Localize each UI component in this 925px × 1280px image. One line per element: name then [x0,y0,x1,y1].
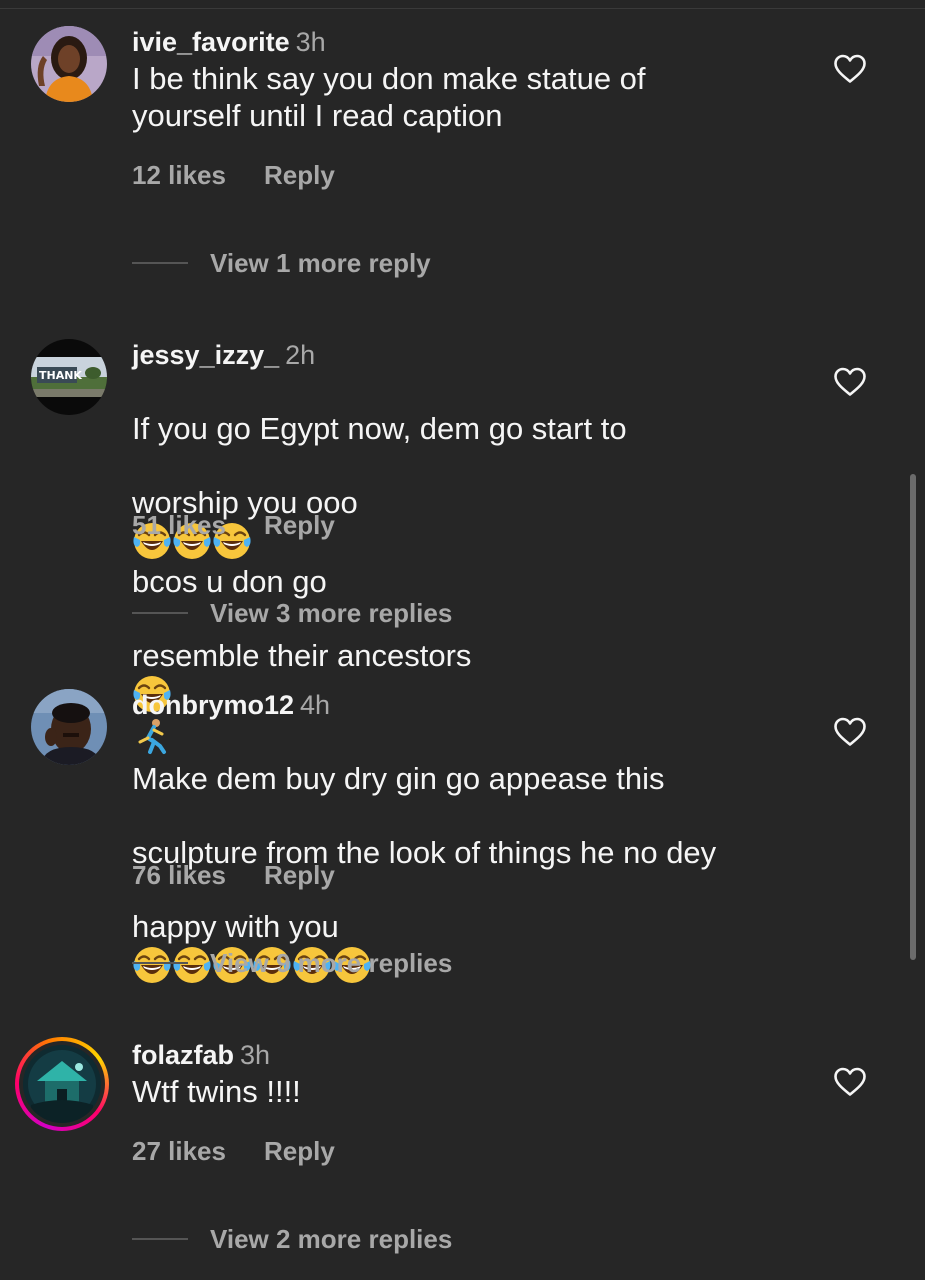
reply-thread-line [132,1238,188,1240]
comment-text-segment: resemble their ancestors [132,638,472,673]
heart-outline-icon[interactable] [833,1067,867,1097]
view-more-replies-label: View 3 more replies [210,598,453,628]
comment-timestamp: 2h [285,340,316,370]
comment-text: Wtf twins !!!! [132,1074,301,1109]
likes-count[interactable]: 51 likes [132,510,226,540]
view-more-replies-label: View 1 more reply [210,248,431,278]
comment-username[interactable]: folazfab [132,1040,234,1070]
view-more-replies-label: View 9 more replies [210,948,453,978]
top-divider [0,0,925,9]
likes-count[interactable]: 12 likes [132,160,226,190]
reply-button[interactable]: Reply [264,1136,335,1166]
comment-text: I be think say you don make statue of yo… [132,61,646,133]
likes-count[interactable]: 27 likes [132,1136,226,1166]
comment-username[interactable]: donbrymo12 [132,690,294,720]
avatar[interactable]: THANK [31,339,107,415]
comment-timestamp: 3h [295,27,326,57]
heart-outline-icon[interactable] [833,54,867,84]
comment-text-segment: bcos u don go [132,564,327,599]
comment-username[interactable]: ivie_favorite [132,27,290,57]
comment-text-segment: happy with you [132,909,339,944]
reply-thread-line [132,962,188,964]
reply-button[interactable]: Reply [264,510,335,540]
reply-button[interactable]: Reply [264,860,335,890]
comment-timestamp: 4h [300,690,331,720]
view-more-replies-label: View 2 more replies [210,1224,453,1254]
avatar [23,1045,101,1123]
face-with-tears-of-joy-emoji [132,945,172,985]
heart-outline-icon[interactable] [833,717,867,747]
avatar[interactable] [31,689,107,765]
comment-text-line: Make dem buy dry gin go appease this [132,761,665,796]
face-with-tears-of-joy-emoji [172,945,212,985]
reply-thread-line [132,612,188,614]
scrollbar[interactable] [910,474,916,960]
comment-timestamp: 3h [240,1040,271,1070]
avatar[interactable] [31,26,107,102]
likes-count[interactable]: 76 likes [132,860,226,890]
heart-outline-icon[interactable] [833,367,867,397]
comment-username[interactable]: jessy_izzy_ [132,340,279,370]
avatar-story-ring[interactable] [15,1037,109,1131]
comment-text-line: If you go Egypt now, dem go start to [132,411,627,446]
reply-button[interactable]: Reply [264,160,335,190]
svg-text:THANK: THANK [39,369,82,382]
reply-thread-line [132,262,188,264]
